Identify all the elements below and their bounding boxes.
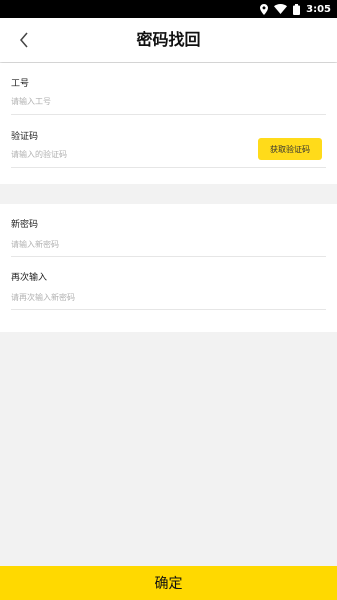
new-password-input[interactable] (11, 237, 241, 251)
page-title: 密码找回 (136, 30, 201, 49)
password-section: 新密码 再次输入 (0, 204, 337, 332)
wifi-icon (274, 4, 288, 14)
divider (11, 256, 326, 257)
divider (11, 167, 326, 168)
employee-id-label: 工号 (11, 79, 30, 89)
divider (11, 114, 326, 115)
get-code-button[interactable]: 获取验证码 (258, 138, 322, 160)
location-icon (260, 3, 269, 15)
divider (11, 309, 326, 310)
battery-icon (293, 3, 301, 15)
new-password-label: 新密码 (11, 220, 39, 230)
verification-code-field: 验证码 获取验证码 (11, 129, 326, 169)
status-bar: 3:05 (0, 0, 337, 18)
account-section: 工号 验证码 获取验证码 (0, 63, 337, 184)
clock-time: 3:05 (306, 3, 331, 15)
confirm-password-input[interactable] (11, 290, 241, 304)
verification-code-input[interactable] (11, 147, 241, 161)
new-password-field: 新密码 (11, 217, 326, 257)
verification-code-label: 验证码 (11, 132, 39, 142)
employee-id-input[interactable] (11, 94, 241, 108)
confirm-password-label: 再次输入 (11, 273, 48, 283)
employee-id-field: 工号 (11, 76, 326, 116)
confirm-button[interactable]: 确定 (0, 566, 337, 600)
confirm-password-field: 再次输入 (11, 270, 326, 310)
header: 密码找回 (0, 18, 337, 62)
